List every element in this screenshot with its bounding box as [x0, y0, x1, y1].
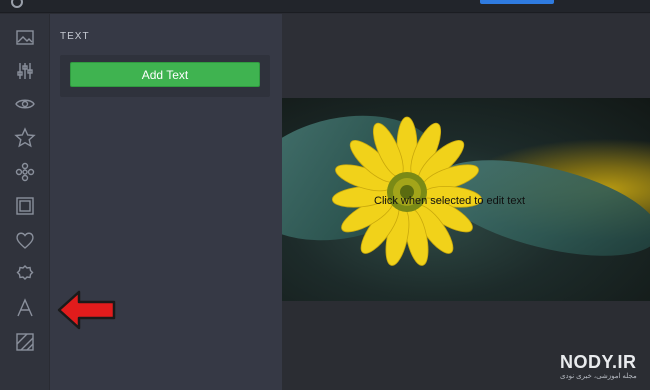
- photo-editor-app: TEXT Add Text Click when selected to edi…: [0, 0, 650, 390]
- sliders-icon[interactable]: [11, 57, 39, 85]
- red-arrow-annotation: [57, 290, 116, 330]
- top-bar: [0, 0, 650, 13]
- canvas-area: Click when selected to edit text: [282, 14, 650, 390]
- panel-title: TEXT: [60, 31, 90, 42]
- watermark-brand: NODY.IR: [560, 352, 637, 372]
- badge-icon[interactable]: [11, 260, 39, 288]
- app-logo-icon[interactable]: [11, 0, 23, 8]
- add-text-container: Add Text: [60, 55, 270, 97]
- image-icon[interactable]: [11, 24, 39, 52]
- site-watermark: NODY.IR مجله اموزشی، خبری نودی: [560, 352, 637, 380]
- edit-text-hint[interactable]: Click when selected to edit text: [374, 195, 525, 207]
- frame-icon[interactable]: [11, 192, 39, 220]
- text-tool-icon[interactable]: [11, 294, 39, 322]
- tool-sidebar: [0, 14, 50, 390]
- flower-icon[interactable]: [11, 158, 39, 186]
- watermark-subtitle: مجله اموزشی، خبری نودی: [560, 373, 637, 380]
- photo-canvas[interactable]: Click when selected to edit text: [282, 98, 650, 301]
- heart-icon[interactable]: [11, 226, 39, 254]
- top-action-button[interactable]: [480, 0, 554, 4]
- add-text-button[interactable]: Add Text: [70, 62, 260, 87]
- texture-icon[interactable]: [11, 328, 39, 356]
- star-icon[interactable]: [11, 124, 39, 152]
- eye-icon[interactable]: [11, 90, 39, 118]
- text-panel: TEXT Add Text: [50, 14, 282, 390]
